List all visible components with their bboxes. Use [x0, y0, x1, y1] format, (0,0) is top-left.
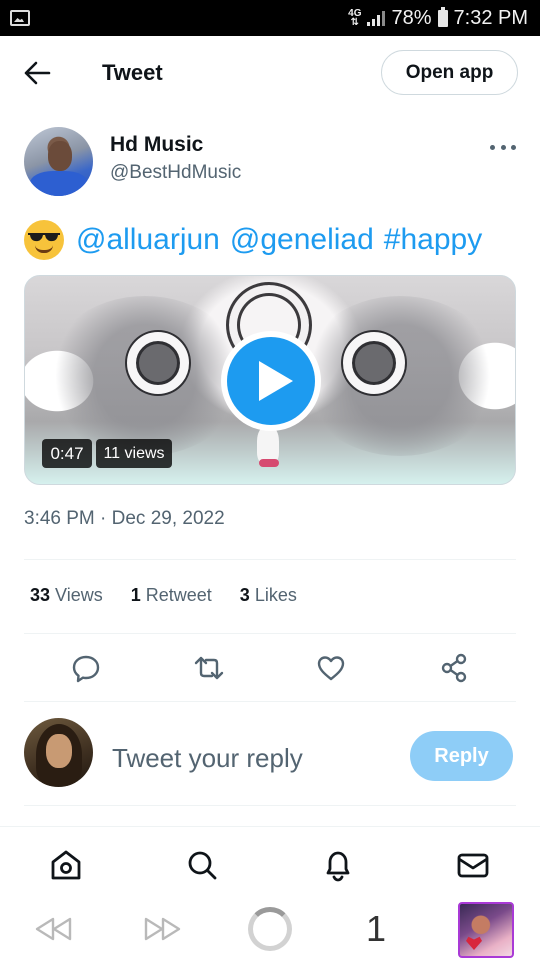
tweet-stats: 33 Views 1 Retweet 3 Likes	[30, 585, 297, 609]
video-player[interactable]: 0:47 11 views	[24, 275, 516, 485]
author-name[interactable]: Hd Music	[110, 133, 203, 157]
profile-thumbnail[interactable]	[458, 902, 514, 958]
tweet-actions	[70, 652, 470, 684]
play-button[interactable]	[221, 331, 321, 431]
video-views: 11 views	[96, 439, 172, 468]
network-type: 4G ⇅	[348, 9, 361, 28]
messages-icon[interactable]	[455, 847, 491, 883]
share-icon[interactable]	[438, 652, 470, 684]
author-avatar[interactable]	[24, 127, 93, 196]
hashtag-happy[interactable]: #happy	[384, 223, 482, 257]
retweets-count: 1	[130, 585, 141, 605]
video-ring-left	[127, 332, 189, 394]
reply-input[interactable]	[112, 740, 392, 776]
clock: 7:32 PM	[453, 6, 528, 29]
loading-spinner-icon	[248, 907, 292, 951]
status-indicators: 4G ⇅ 78% 7:32 PM	[348, 6, 528, 30]
status-bar: 4G ⇅ 78% 7:32 PM	[0, 0, 540, 36]
video-figure-shoes	[259, 459, 279, 467]
tab-count[interactable]: 1	[366, 908, 386, 950]
avatar-face	[46, 734, 72, 768]
page-title: Tweet	[102, 60, 163, 85]
like-icon[interactable]	[315, 652, 347, 684]
data-arrows-icon: ⇅	[350, 17, 359, 28]
mention-geneliad[interactable]: @geneliad	[230, 223, 374, 257]
reply-icon[interactable]	[70, 652, 102, 684]
notifications-icon[interactable]	[320, 847, 356, 883]
tweet-timestamp[interactable]: 3:46 PM · Dec 29, 2022	[24, 508, 225, 530]
battery-icon	[437, 6, 448, 27]
divider	[24, 633, 516, 634]
video-duration: 0:47	[42, 439, 92, 468]
fast-forward-icon[interactable]	[142, 915, 182, 948]
sunglasses-emoji-icon	[24, 220, 64, 260]
search-icon[interactable]	[184, 847, 220, 883]
open-app-button[interactable]: Open app	[381, 50, 518, 95]
stat-retweets[interactable]: 1 Retweet	[131, 585, 212, 609]
tweet-text: @alluarjun @geneliad #happy	[24, 220, 492, 260]
home-icon[interactable]	[48, 847, 84, 883]
views-label: Views	[55, 585, 103, 605]
stat-likes[interactable]: 3 Likes	[240, 585, 297, 609]
retweets-label: Retweet	[145, 585, 212, 605]
avatar-face	[48, 141, 72, 171]
back-arrow-icon[interactable]	[22, 60, 52, 86]
likes-label: Likes	[254, 585, 297, 605]
user-avatar[interactable]	[24, 718, 93, 787]
author-handle[interactable]: @BestHdMusic	[110, 162, 241, 184]
video-ring-right	[343, 332, 405, 394]
views-count: 33	[30, 585, 51, 605]
likes-count: 3	[239, 585, 250, 605]
divider	[24, 559, 516, 560]
avatar-shirt	[30, 171, 88, 196]
gallery-notification-icon	[10, 10, 30, 26]
divider	[24, 805, 516, 806]
stat-views[interactable]: 33 Views	[30, 585, 103, 609]
battery-percent: 78%	[391, 6, 432, 29]
rewind-icon[interactable]	[34, 915, 74, 948]
mention-alluarjun[interactable]: @alluarjun	[76, 223, 220, 257]
reply-button[interactable]: Reply	[410, 731, 513, 781]
more-options-icon[interactable]	[490, 142, 516, 152]
heart-icon	[466, 936, 482, 950]
play-icon	[227, 337, 315, 425]
retweet-icon[interactable]	[193, 652, 225, 684]
signal-icon	[367, 10, 386, 26]
bottom-tab-bar	[0, 826, 540, 898]
divider	[24, 701, 516, 702]
top-header: Tweet Open app	[0, 36, 540, 110]
